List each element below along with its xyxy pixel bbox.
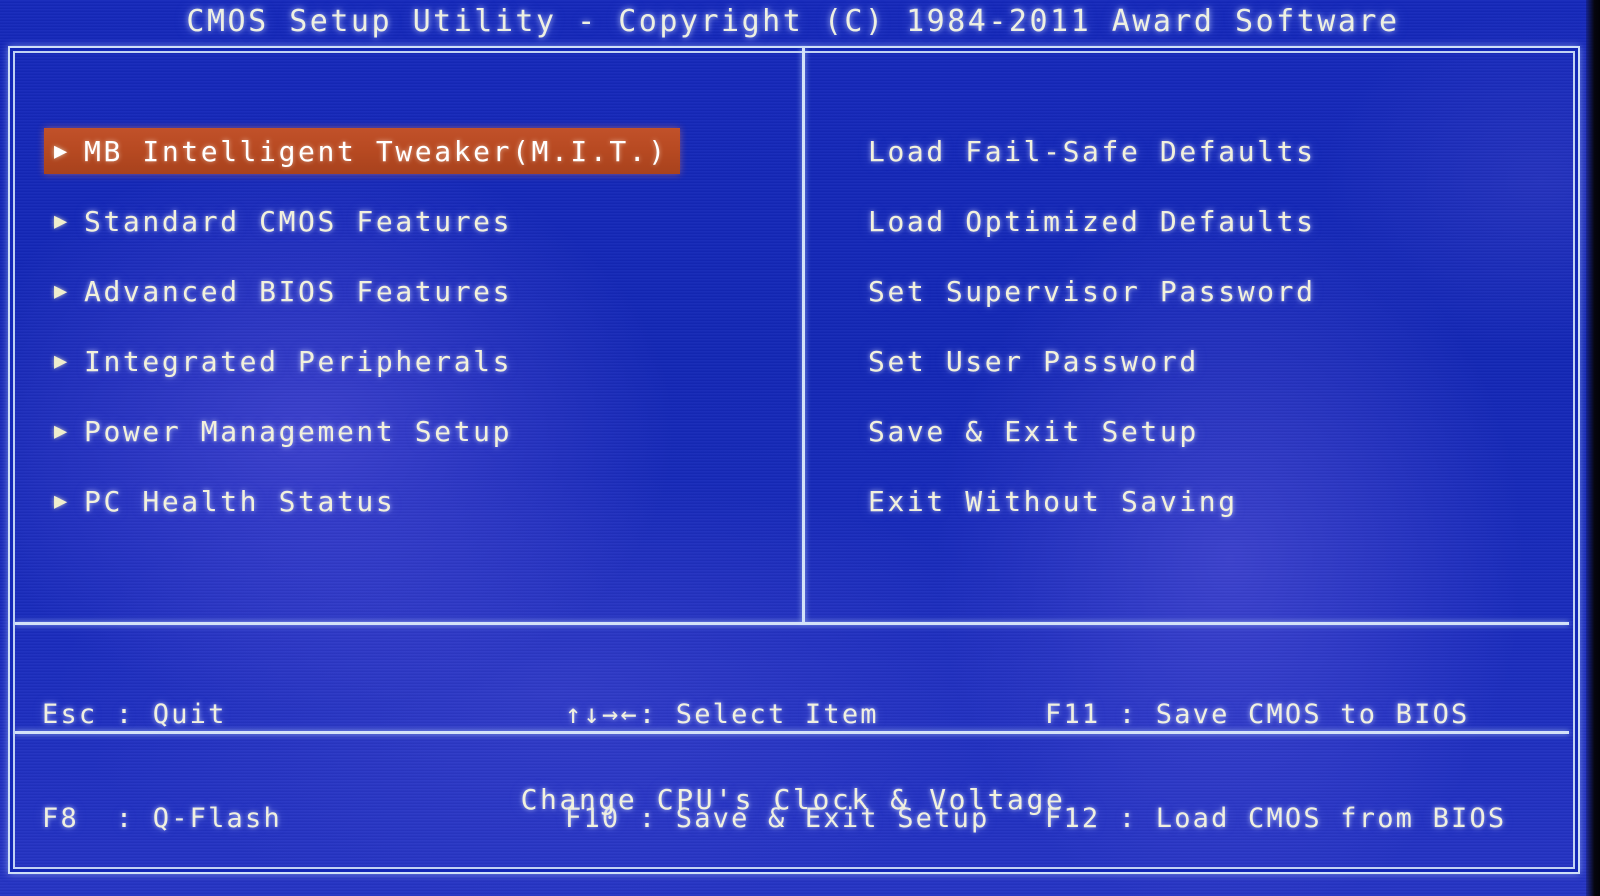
monitor-bezel-edge: [1586, 0, 1600, 896]
help-section-divider: [15, 622, 1569, 625]
submenu-arrow-icon: ▶: [54, 488, 70, 514]
menu-item-label: Power Management Setup: [84, 414, 513, 448]
menu-item-pc-health-status[interactable]: ▶ PC Health Status: [44, 478, 744, 524]
submenu-arrow-icon: ▶: [54, 278, 70, 304]
menu-item-label: Integrated Peripherals: [84, 344, 513, 378]
submenu-arrow-icon: ▶: [54, 208, 70, 234]
menu-item-standard-cmos-features[interactable]: ▶ Standard CMOS Features: [44, 198, 744, 244]
menu-item-label: Standard CMOS Features: [84, 204, 513, 238]
menu-item-set-user-password[interactable]: Set User Password: [868, 338, 1528, 384]
menu-item-label: Set Supervisor Password: [868, 274, 1316, 308]
help-key-esc: Esc : Quit: [42, 699, 227, 730]
page-title: CMOS Setup Utility - Copyright (C) 1984-…: [186, 4, 1400, 39]
menu-item-set-supervisor-password[interactable]: Set Supervisor Password: [868, 268, 1528, 314]
submenu-arrow-icon: ▶: [54, 138, 70, 164]
menu-item-label: Load Fail-Safe Defaults: [868, 134, 1316, 168]
column-divider: [802, 48, 805, 622]
menu-item-mb-intelligent-tweaker[interactable]: ▶ MB Intelligent Tweaker(M.I.T.): [44, 128, 680, 174]
menu-item-label: PC Health Status: [84, 484, 396, 518]
keyboard-help-bar: Esc : Quit F8 : Q-Flash ↑↓→←: Select Ite…: [0, 632, 1586, 834]
menu-item-label: Exit Without Saving: [868, 484, 1238, 518]
menu-item-label: Load Optimized Defaults: [868, 204, 1316, 238]
right-menu: Load Fail-Safe Defaults Load Optimized D…: [868, 128, 1528, 548]
menu-item-label: Save & Exit Setup: [868, 414, 1199, 448]
status-message-bar: Change CPU's Clock & Voltage: [0, 734, 1586, 864]
menu-item-load-fail-safe-defaults[interactable]: Load Fail-Safe Defaults: [868, 128, 1528, 174]
status-message-text: Change CPU's Clock & Voltage: [520, 782, 1066, 816]
menu-item-label: Advanced BIOS Features: [84, 274, 513, 308]
menu-item-load-optimized-defaults[interactable]: Load Optimized Defaults: [868, 198, 1528, 244]
menu-item-exit-without-saving[interactable]: Exit Without Saving: [868, 478, 1528, 524]
menu-item-advanced-bios-features[interactable]: ▶ Advanced BIOS Features: [44, 268, 744, 314]
menu-item-integrated-peripherals[interactable]: ▶ Integrated Peripherals: [44, 338, 744, 384]
submenu-arrow-icon: ▶: [54, 348, 70, 374]
help-key-f11: F11 : Save CMOS to BIOS: [1045, 699, 1470, 730]
bios-setup-screen: CMOS Setup Utility - Copyright (C) 1984-…: [0, 0, 1600, 896]
menu-item-label: Set User Password: [868, 344, 1199, 378]
menu-item-label: MB Intelligent Tweaker(M.I.T.): [84, 134, 668, 168]
help-key-arrows: ↑↓→←: Select Item: [565, 699, 879, 730]
menu-item-power-management-setup[interactable]: ▶ Power Management Setup: [44, 408, 744, 454]
left-menu: ▶ MB Intelligent Tweaker(M.I.T.) ▶ Stand…: [44, 128, 744, 548]
menu-item-save-and-exit-setup[interactable]: Save & Exit Setup: [868, 408, 1528, 454]
submenu-arrow-icon: ▶: [54, 418, 70, 444]
